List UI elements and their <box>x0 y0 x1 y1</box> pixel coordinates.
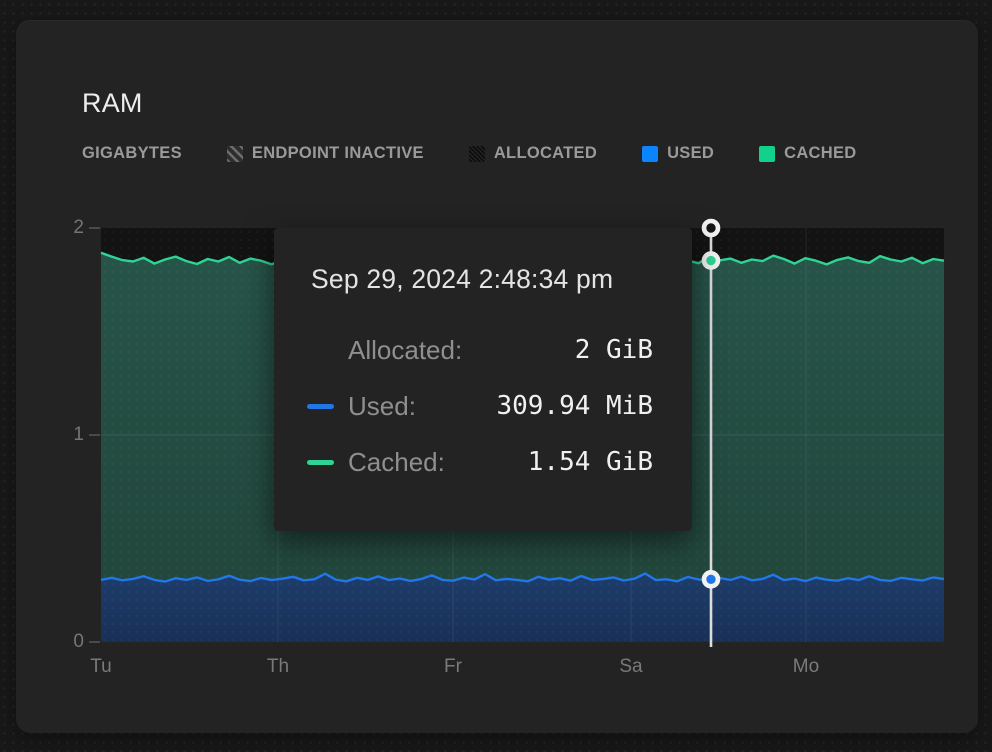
used-point-marker <box>704 572 718 586</box>
card-title: RAM <box>82 88 143 119</box>
used-swatch-icon <box>642 146 658 162</box>
cached-dash-icon <box>307 460 334 465</box>
y-tick-mark <box>89 434 100 436</box>
y-tick-mark <box>89 641 100 643</box>
cached-point-marker <box>704 254 718 268</box>
x-tick-label: Tu <box>90 656 111 678</box>
chart-legend: GIGABYTES ENDPOINT INACTIVE ALLOCATED US… <box>82 144 857 163</box>
tooltip-rows: Allocated: 2 GiB Used: 309.94 MiB Cached… <box>274 322 692 490</box>
legend-item-gigabytes: GIGABYTES <box>82 144 182 163</box>
y-tick-mark <box>89 227 100 229</box>
tooltip-row-cached: Cached: 1.54 GiB <box>274 434 692 490</box>
used-dash-icon <box>307 404 334 409</box>
cached-swatch-icon <box>759 146 775 162</box>
x-tick-label: Mo <box>793 656 819 678</box>
used-area <box>101 574 944 643</box>
legend-item-allocated[interactable]: ALLOCATED <box>469 144 597 163</box>
x-tick-label: Th <box>267 656 289 678</box>
y-tick-label: 0 <box>58 631 84 653</box>
allocated-swatch-icon <box>469 146 485 162</box>
page-background: RAM GIGABYTES ENDPOINT INACTIVE ALLOCATE… <box>0 0 992 752</box>
legend-item-used[interactable]: USED <box>642 144 714 163</box>
y-tick-label: 2 <box>58 217 84 239</box>
tooltip-row-used: Used: 309.94 MiB <box>274 378 692 434</box>
ram-metrics-card: RAM GIGABYTES ENDPOINT INACTIVE ALLOCATE… <box>16 20 978 733</box>
tooltip-timestamp: Sep 29, 2024 2:48:34 pm <box>311 264 613 295</box>
y-axis-unit-label: GIGABYTES <box>82 144 182 163</box>
legend-item-cached[interactable]: CACHED <box>759 144 856 163</box>
tooltip-row-allocated: Allocated: 2 GiB <box>274 322 692 378</box>
x-tick-label: Sa <box>619 656 642 678</box>
legend-item-endpoint-inactive[interactable]: ENDPOINT INACTIVE <box>227 144 424 163</box>
y-tick-label: 1 <box>58 424 84 446</box>
endpoint-inactive-swatch-icon <box>227 146 243 162</box>
x-tick-label: Fr <box>444 656 462 678</box>
allocated-point-marker <box>704 221 718 235</box>
chart-tooltip: Sep 29, 2024 2:48:34 pm Allocated: 2 GiB… <box>274 228 692 531</box>
